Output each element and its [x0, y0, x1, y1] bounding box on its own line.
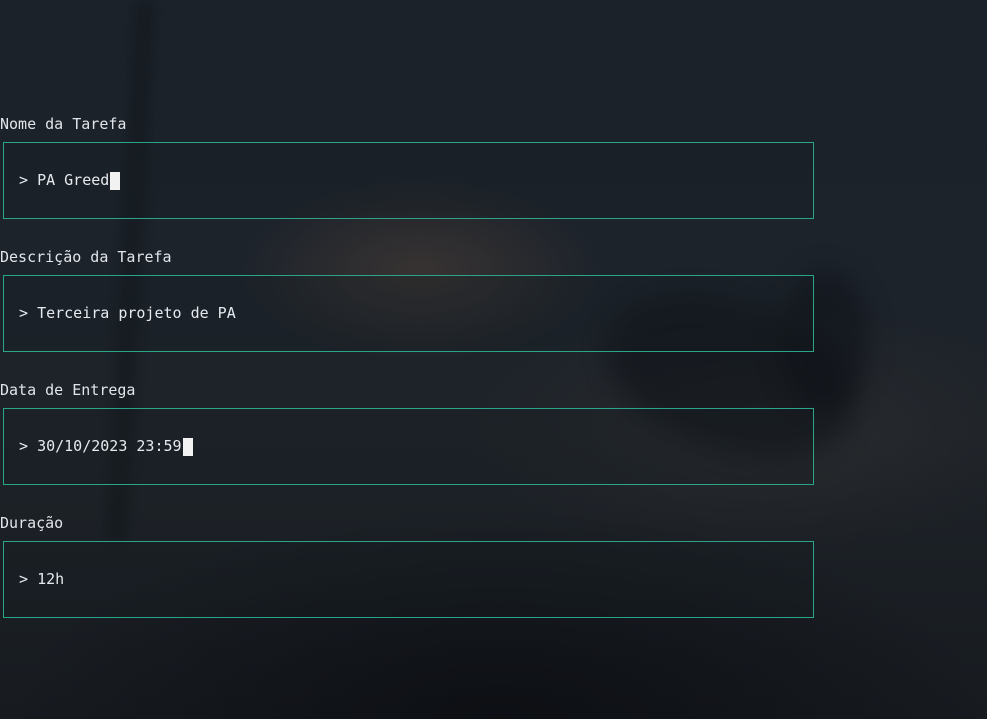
text-cursor [182, 437, 193, 456]
task-description-field[interactable]: > Terceira projeto de PA [3, 275, 814, 352]
duration-label: Duração [0, 514, 64, 532]
duration-text: 12h [37, 570, 65, 588]
due-date-label: Data de Entrega [0, 381, 136, 399]
input-prompt: > [19, 171, 38, 189]
input-prompt: > [19, 437, 38, 455]
task-name-label: Nome da Tarefa [0, 115, 127, 133]
task-description-label: Descrição da Tarefa [0, 248, 172, 266]
due-date-field[interactable]: > 30/10/2023 23:59 [3, 408, 814, 485]
duration-value: > 12h [19, 570, 64, 589]
task-description-text: Terceira projeto de PA [37, 304, 236, 322]
task-description-value: > Terceira projeto de PA [19, 304, 236, 323]
duration-field[interactable]: > 12h [3, 541, 814, 618]
input-prompt: > [19, 304, 38, 322]
text-cursor [110, 171, 121, 190]
input-prompt: > [19, 570, 38, 588]
task-name-value: > PA Greed [19, 171, 121, 190]
due-date-value: > 30/10/2023 23:59 [19, 437, 193, 456]
task-name-text: PA Greed [37, 171, 110, 189]
task-name-field[interactable]: > PA Greed [3, 142, 814, 219]
due-date-text: 30/10/2023 23:59 [37, 437, 182, 455]
